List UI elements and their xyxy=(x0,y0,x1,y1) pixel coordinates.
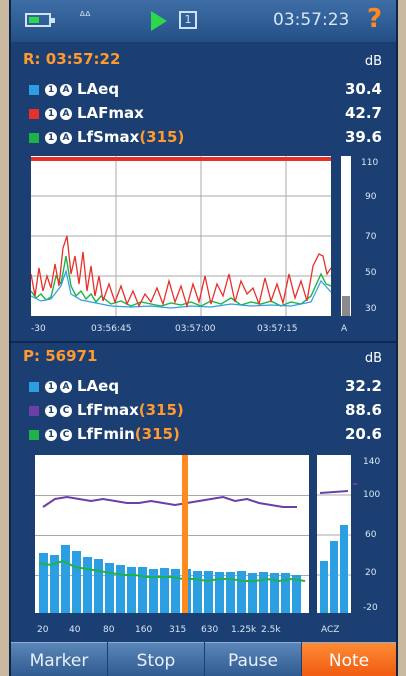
parameter-name: LAeq xyxy=(77,377,120,395)
measurement-row[interactable]: 1 A LAFmax 42.7 xyxy=(29,104,382,124)
y-tick: 110 xyxy=(361,158,379,168)
x-tick: 2.5k xyxy=(261,625,281,635)
measurement-row[interactable]: 1 A LfSmax(315) 39.6 xyxy=(29,128,382,148)
battery-icon xyxy=(25,13,55,27)
band-label: (315) xyxy=(138,401,184,419)
a-weight-icon: A xyxy=(60,84,72,96)
parameter-value: 42.7 xyxy=(344,104,382,122)
measurement-row[interactable]: 1 A LAeq 32.2 xyxy=(29,377,382,397)
x-tick: 315 xyxy=(169,625,187,635)
parameter-name: LAFmax xyxy=(77,104,144,122)
x-tick: 40 xyxy=(69,625,81,635)
y-tick: 90 xyxy=(365,192,377,202)
help-icon[interactable]: ? xyxy=(367,4,382,34)
parameter-value: 39.6 xyxy=(344,128,382,146)
panel-title: P: 56971 xyxy=(23,347,98,365)
band-label: (315) xyxy=(134,425,180,443)
pause-button[interactable]: Pause xyxy=(205,642,301,676)
measurement-row[interactable]: 1 C LfFmax(315) 88.6 xyxy=(29,401,382,421)
info-icon: 1 xyxy=(45,84,57,96)
parameter-name: LfSmax xyxy=(77,128,140,146)
parameter-name: LfFmax xyxy=(77,401,139,419)
y-tick: 60 xyxy=(365,530,377,540)
acz-chart xyxy=(317,455,351,613)
time-history-panel: R: 03:57:22 dB 1 A LAeq 30.4 1 A LAFmax … xyxy=(11,42,396,342)
level-bar xyxy=(341,156,351,316)
acz-marker xyxy=(353,483,357,485)
x-tick: ACZ xyxy=(321,625,340,635)
x-tick: 03:57:00 xyxy=(175,324,216,334)
x-tick: 160 xyxy=(135,625,153,635)
y-tick: 20 xyxy=(365,568,377,578)
parameter-name: LAeq xyxy=(77,80,120,98)
marker-button[interactable]: Marker xyxy=(11,642,107,676)
x-tick: 80 xyxy=(103,625,115,635)
legend-swatch xyxy=(29,430,39,440)
parameter-value: 30.4 xyxy=(344,80,382,98)
y-tick: 30 xyxy=(365,304,377,314)
info-icon: 1 xyxy=(45,405,57,417)
legend-swatch xyxy=(29,109,39,119)
legend-swatch xyxy=(29,406,39,416)
time-history-chart[interactable] xyxy=(31,156,331,316)
spectrum-panel: P: 56971 dB 1 A LAeq 32.2 1 C LfFmax(315… xyxy=(11,343,396,641)
legend-swatch xyxy=(29,85,39,95)
note-button[interactable]: Note xyxy=(302,642,396,676)
x-tick: 630 xyxy=(201,625,219,635)
measurement-row[interactable]: 1 A LAeq 30.4 xyxy=(29,80,382,100)
y-tick: 70 xyxy=(365,232,377,242)
x-tick: 1.25k xyxy=(231,625,257,635)
a-weight-icon: A xyxy=(60,108,72,120)
unit-label: dB xyxy=(364,54,382,69)
frequency-cursor[interactable] xyxy=(182,455,188,613)
y-tick: -20 xyxy=(363,603,378,613)
clock: 03:57:23 xyxy=(273,10,350,30)
info-icon: 1 xyxy=(45,429,57,441)
y-tick: 100 xyxy=(363,490,381,500)
panel-title: R: 03:57:22 xyxy=(23,50,121,68)
c-weight-icon: C xyxy=(60,405,72,417)
measurement-row[interactable]: 1 C LfFmin(315) 20.6 xyxy=(29,425,382,445)
play-icon[interactable] xyxy=(151,11,167,31)
y-tick: 50 xyxy=(365,268,377,278)
info-icon: 1 xyxy=(45,381,57,393)
spectrum-lines xyxy=(38,495,306,583)
legend-swatch xyxy=(29,133,39,143)
parameter-name: LfFmin xyxy=(77,425,135,443)
a-weight-icon: A xyxy=(60,132,72,144)
parameter-value: 20.6 xyxy=(344,425,382,443)
sound-level-meter-screen: ᐞᐞ 1 03:57:23 ? R: 03:57:22 dB 1 A LAeq … xyxy=(9,0,398,676)
c-weight-icon: C xyxy=(60,429,72,441)
status-bar: ᐞᐞ 1 03:57:23 ? xyxy=(11,0,396,42)
band-label: (315) xyxy=(139,128,185,146)
x-tick: 20 xyxy=(37,625,49,635)
y-tick: 140 xyxy=(363,457,381,467)
legend-swatch xyxy=(29,382,39,392)
info-icon: 1 xyxy=(45,132,57,144)
x-tick: -30 xyxy=(31,324,46,334)
x-tick: A xyxy=(341,324,348,334)
stop-button[interactable]: Stop xyxy=(108,642,204,676)
parameter-value: 32.2 xyxy=(344,377,382,395)
info-icon: 1 xyxy=(45,108,57,120)
spectrum-chart[interactable] xyxy=(35,455,309,613)
x-tick: 03:56:45 xyxy=(91,324,132,334)
aa-icon: ᐞᐞ xyxy=(79,9,91,23)
a-weight-icon: A xyxy=(60,381,72,393)
channel-box-icon[interactable]: 1 xyxy=(179,11,197,29)
unit-label: dB xyxy=(364,351,382,366)
x-tick: 03:57:15 xyxy=(257,324,298,334)
parameter-value: 88.6 xyxy=(344,401,382,419)
